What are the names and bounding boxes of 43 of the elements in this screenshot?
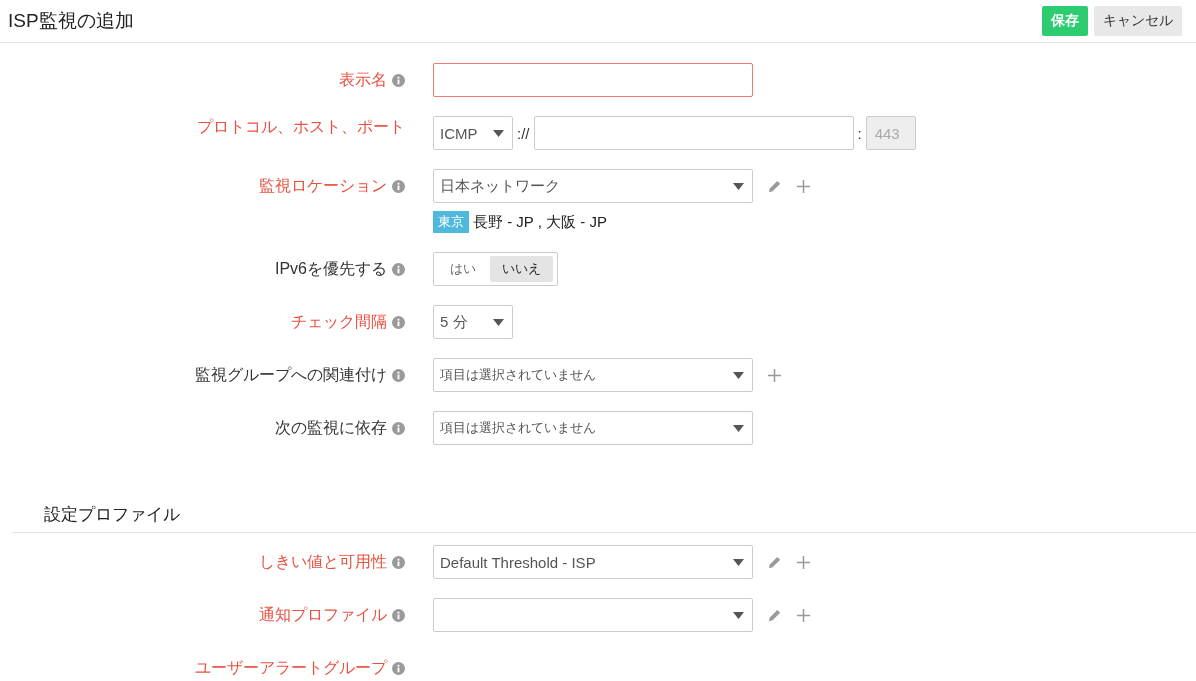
edit-icon[interactable] (767, 607, 782, 623)
caret-icon (733, 371, 744, 379)
field-label: チェック間隔 (291, 311, 387, 332)
separator-text: :// (517, 124, 530, 142)
field-label: 監視グループへの関連付け (195, 364, 387, 385)
field-label: 通知プロファイル (259, 604, 387, 625)
caret-icon (733, 611, 744, 619)
toggle-option[interactable]: いいえ (490, 256, 553, 282)
cancel-button[interactable]: キャンセル (1094, 6, 1182, 36)
page-title: ISP監視の追加 (8, 9, 134, 33)
colon-text: : (857, 124, 862, 142)
add-icon[interactable] (796, 178, 811, 194)
field-label: しきい値と可用性 (259, 551, 387, 572)
field-label: ユーザーアラートグループ (195, 657, 387, 678)
field-label: プロトコル、ホスト、ポート (197, 116, 405, 137)
dropdown[interactable]: 5 分 (433, 305, 513, 339)
field-label: 表示名 (339, 69, 387, 90)
text-field[interactable] (433, 63, 753, 97)
protocol-dropdown[interactable]: ICMP (433, 116, 513, 150)
field-label: IPv6を優先する (275, 258, 387, 279)
dropdown[interactable]: 項目は選択されていません (433, 411, 753, 445)
add-icon[interactable] (796, 607, 811, 623)
field-label: 監視ロケーション (259, 175, 387, 196)
dropdown[interactable]: 日本ネットワーク (433, 169, 753, 203)
dropdown[interactable]: 項目は選択されていません (433, 358, 753, 392)
toggle-switch[interactable]: はい いいえ (433, 252, 558, 286)
caret-icon (733, 182, 744, 190)
field-label: 次の監視に依存 (275, 417, 387, 438)
toggle-option[interactable]: はい (438, 256, 488, 282)
edit-icon[interactable] (767, 178, 782, 194)
add-icon[interactable] (796, 554, 811, 570)
edit-icon[interactable] (767, 554, 782, 570)
add-icon[interactable] (767, 367, 782, 383)
dropdown[interactable]: Default Threshold - ISP (433, 545, 753, 579)
caret-icon (733, 424, 744, 432)
caret-icon (493, 318, 504, 326)
dropdown[interactable] (433, 598, 753, 632)
location-tag: 東京 (433, 211, 469, 233)
caret-icon (733, 558, 744, 566)
locations-text: 長野 - JP , 大阪 - JP (473, 212, 607, 232)
section-title: 設定プロファイル (12, 503, 1196, 533)
caret-icon (493, 129, 504, 137)
host-field[interactable] (533, 116, 854, 150)
